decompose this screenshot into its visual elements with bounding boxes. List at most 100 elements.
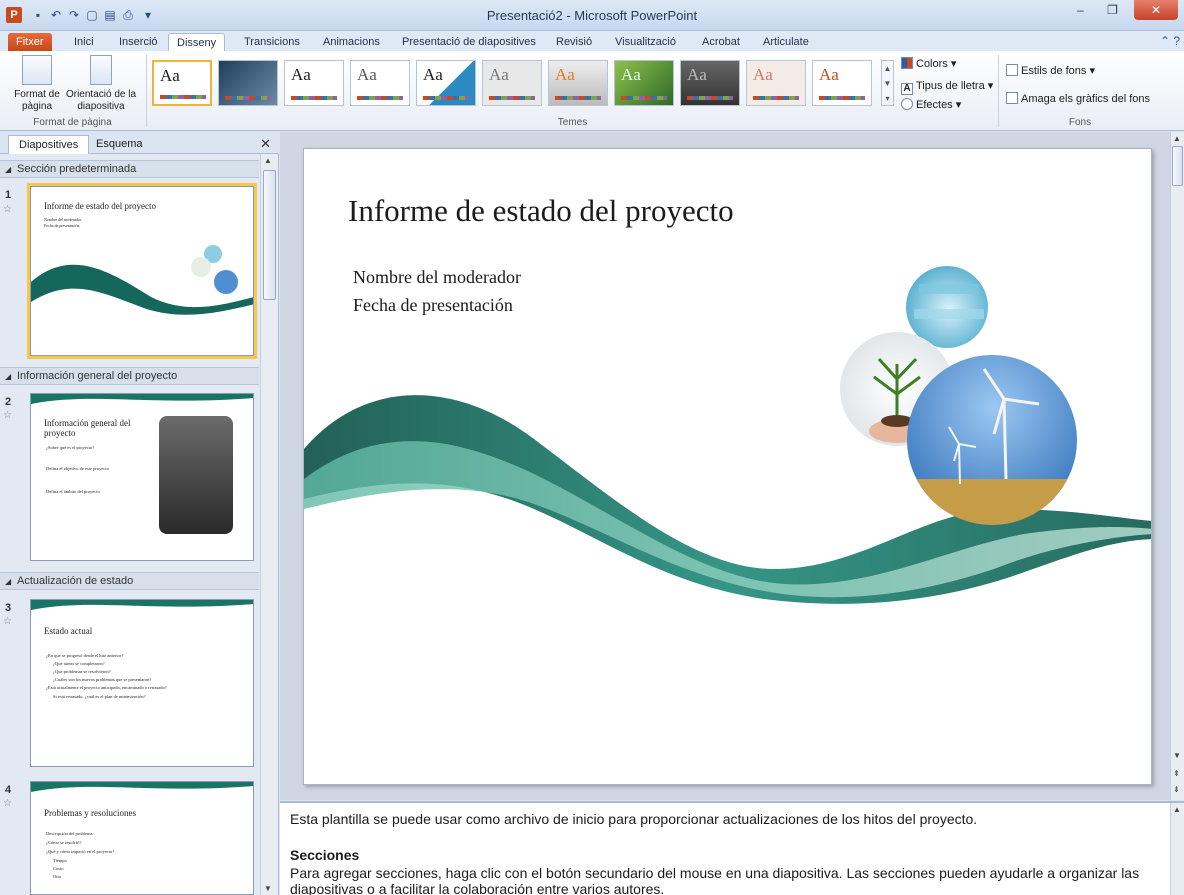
slide-thumbnail-4[interactable]: Problemas y resoluciones Descripción del… xyxy=(30,781,254,895)
background-styles-label: Estils de fons xyxy=(1021,65,1087,77)
thumb-bullet: ¿Qué problemas se resolvieron? xyxy=(53,669,111,674)
tab-inici[interactable]: Inici xyxy=(66,33,102,51)
theme-office[interactable]: Aa xyxy=(152,60,212,106)
scroll-down-icon[interactable]: ▼ xyxy=(1173,751,1181,760)
tab-slides[interactable]: Diapositives xyxy=(8,135,90,154)
tab-articulate[interactable]: Articulate xyxy=(755,33,817,51)
page-setup-icon xyxy=(22,55,52,85)
slide-orientation-button[interactable]: Orientació de la diapositiva xyxy=(62,55,140,113)
scroll-up-icon[interactable]: ▲ xyxy=(1173,134,1181,143)
hide-background-graphics-checkbox[interactable]: Amaga els gràfics del fons xyxy=(1006,92,1150,105)
title-bar: P ▪ ↶ ↷ ▢ ▤ ⎙ ▾ Presentació2 - Microsoft… xyxy=(0,0,1184,31)
tab-transicions[interactable]: Transicions xyxy=(236,33,308,51)
theme-4[interactable]: Aa xyxy=(350,60,410,106)
minimize-button[interactable]: – xyxy=(1067,0,1094,20)
theme-sample: Aa xyxy=(555,65,575,84)
section-header[interactable]: ◢ Sección predeterminada xyxy=(0,160,259,178)
thumb-title: Información general del proyecto xyxy=(44,418,131,438)
theme-9[interactable]: Aa xyxy=(680,60,740,106)
tab-insercio[interactable]: Inserció xyxy=(111,33,166,51)
tab-visualitzacio[interactable]: Visualització xyxy=(607,33,684,51)
window-title: Presentació2 - Microsoft PowerPoint xyxy=(486,8,698,23)
page-setup-button[interactable]: Format de pàgina xyxy=(12,55,62,113)
theme-2[interactable] xyxy=(218,60,278,106)
slide-thumbnail-1[interactable]: Informe de estado del proyecto Nombre de… xyxy=(27,183,257,359)
effects-button[interactable]: Efectes ▾ xyxy=(901,98,961,111)
theme-3[interactable]: Aa xyxy=(284,60,344,106)
tab-acrobat[interactable]: Acrobat xyxy=(694,33,748,51)
tab-disseny[interactable]: Disseny xyxy=(168,33,226,51)
background-styles-icon xyxy=(1006,64,1018,76)
tab-fitxer[interactable]: Fitxer xyxy=(8,33,52,51)
theme-11[interactable]: Aa xyxy=(812,60,872,106)
thumb-bullet: ¿Qué y cómo impactó en el proyecto? xyxy=(46,849,115,854)
theme-8[interactable]: Aa xyxy=(614,60,674,106)
animation-star-icon: ☆ xyxy=(3,798,12,809)
scroll-down-icon[interactable]: ▼ xyxy=(264,884,272,893)
ribbon-tabs: Fitxer Inici Inserció Disseny Transicion… xyxy=(0,31,1184,51)
section-name: Sección predeterminada xyxy=(17,163,137,175)
theme-6[interactable]: Aa xyxy=(482,60,542,106)
wave-graphic xyxy=(31,245,253,315)
fonts-button[interactable]: A Tipus de lletra ▾ xyxy=(901,79,993,95)
wave-graphic xyxy=(31,600,253,610)
tab-revisio[interactable]: Revisió xyxy=(548,33,600,51)
tab-presentacio[interactable]: Presentació de diapositives xyxy=(394,33,544,51)
thumb-subtitle: Nombre del moderador xyxy=(44,217,82,222)
restore-button[interactable]: ❐ xyxy=(1099,0,1126,20)
slide-number: 1 xyxy=(5,189,12,201)
theme-gallery-scroll[interactable]: ▲ ▼ ▾ xyxy=(881,60,894,106)
notes-body: Para agregar secciones, haga clic con el… xyxy=(290,865,1140,895)
wave-graphic xyxy=(31,394,253,404)
group-label-page-setup: Format de pàgina xyxy=(33,117,112,128)
notes-pane[interactable]: Esta plantilla se puede usar como archiv… xyxy=(280,801,1184,895)
tab-animacions[interactable]: Animacions xyxy=(315,33,388,51)
section-header[interactable]: ◢ Información general del proyecto xyxy=(0,367,259,385)
scrollbar-thumb[interactable] xyxy=(263,170,276,300)
slides-pane-scrollbar[interactable]: ▲ ▼ xyxy=(260,154,278,895)
notes-heading: Secciones xyxy=(290,847,360,863)
theme-sample: Aa xyxy=(160,66,180,85)
slide-canvas[interactable]: Informe de estado del proyecto Nombre de… xyxy=(303,148,1152,785)
slide-thumbnail-3[interactable]: Estado actual ¿En qué se progresó desde … xyxy=(30,599,254,767)
scrollbar-thumb[interactable] xyxy=(1172,146,1183,186)
theme-7[interactable]: Aa xyxy=(548,60,608,106)
ribbon-separator xyxy=(146,55,147,127)
page-setup-label: Format de pàgina xyxy=(14,89,60,112)
colors-label: Colors xyxy=(916,58,948,70)
colors-button[interactable]: Colors ▾ xyxy=(901,57,956,70)
thumb-bullet: Defina el objetivo de este proyecto xyxy=(46,466,109,471)
section-header[interactable]: ◢ Actualización de estado xyxy=(0,572,259,590)
close-pane-icon[interactable]: ✕ xyxy=(260,136,271,152)
effects-label: Efectes xyxy=(916,99,953,111)
slide-thumbnail-2[interactable]: Información general del proyecto ¿Sobre … xyxy=(30,393,254,561)
theme-sample: Aa xyxy=(291,65,311,84)
theme-10[interactable]: Aa xyxy=(746,60,806,106)
background-styles-button[interactable]: Estils de fons ▾ xyxy=(1006,64,1095,77)
ribbon-separator xyxy=(998,55,999,127)
thumb-title: Estado actual xyxy=(44,626,93,636)
animation-star-icon: ☆ xyxy=(3,616,12,627)
group-label-background: Fons xyxy=(1068,117,1092,128)
thumb-bullet: ¿En qué se progresó desde el hito anteri… xyxy=(46,653,124,658)
notes-intro: Esta plantilla se puede usar como archiv… xyxy=(290,811,978,827)
theme-sample: Aa xyxy=(423,65,443,84)
editor-scrollbar[interactable]: ▲ ▼ ⇞ ⇟ xyxy=(1170,132,1184,800)
slide-number: 4 xyxy=(5,784,12,796)
previous-slide-icon[interactable]: ⇞ xyxy=(1173,769,1180,778)
next-slide-icon[interactable]: ⇟ xyxy=(1173,785,1180,794)
thumb-bullet: ¿Sobre qué es el proyecto? xyxy=(46,445,95,450)
slide-number: 3 xyxy=(5,602,12,614)
help-icon[interactable]: ⌃ ? xyxy=(1160,34,1180,48)
theme-sample: Aa xyxy=(357,65,377,84)
notes-scrollbar[interactable]: ▲ xyxy=(1170,803,1184,895)
scroll-up-icon[interactable]: ▲ xyxy=(264,156,272,165)
slide-artwork xyxy=(304,266,1151,604)
theme-5[interactable]: Aa xyxy=(416,60,476,106)
thumb-bullet: ¿Cuáles son los nuevos problemas que se … xyxy=(53,677,152,682)
tab-outline[interactable]: Esquema xyxy=(86,135,152,154)
thumb-bullet: ¿Qué tareas se completaron? xyxy=(53,661,105,666)
scroll-up-icon[interactable]: ▲ xyxy=(1173,805,1181,814)
section-name: Información general del proyecto xyxy=(17,370,178,382)
close-button[interactable]: ✕ xyxy=(1134,0,1178,20)
